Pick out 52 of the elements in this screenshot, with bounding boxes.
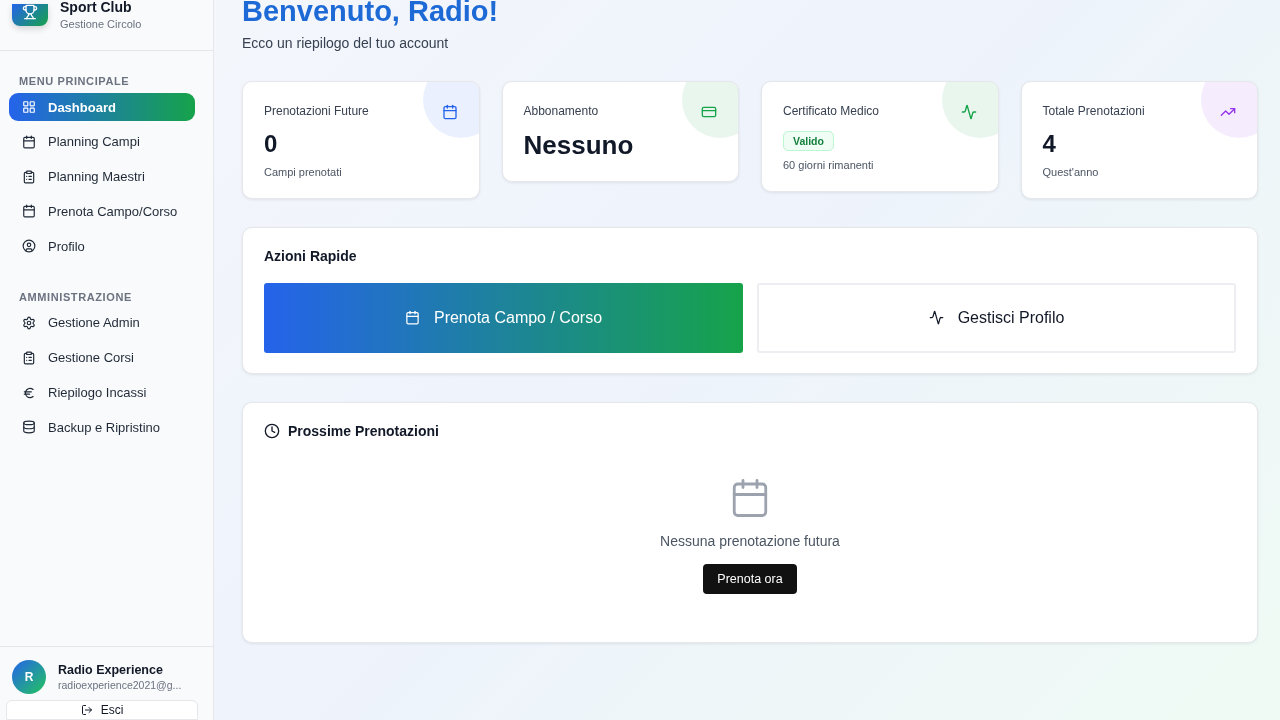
stat-value: 4 bbox=[1042, 129, 1057, 158]
nav-item[interactable]: Backup e Ripristino bbox=[9, 413, 195, 442]
action-button[interactable]: Gestisci Profilo bbox=[757, 282, 1236, 353]
nav-item[interactable]: Dashboard bbox=[9, 93, 195, 121]
stat-label: Certificato Medico bbox=[783, 103, 881, 118]
stat-value: Nessuno bbox=[523, 129, 635, 161]
nav-item[interactable]: Prenota Campo/Corso bbox=[9, 197, 195, 226]
user-name: Radio Experience bbox=[58, 663, 164, 677]
stat-label: Abbonamento bbox=[523, 103, 600, 118]
book-now-button[interactable]: Prenota ora bbox=[703, 563, 797, 594]
pulse-icon bbox=[928, 310, 944, 326]
stat-label: Prenotazioni Future bbox=[264, 103, 370, 118]
calendar-icon bbox=[404, 310, 420, 326]
logout-icon bbox=[80, 704, 93, 716]
user-email: radioexperience2021@g... bbox=[58, 679, 182, 691]
empty-message: Nessuna prenotazione futura bbox=[660, 532, 840, 549]
stat-note: Campi prenotati bbox=[264, 165, 343, 178]
action-button[interactable]: Prenota Campo / Corso bbox=[264, 282, 743, 353]
clipboard-icon bbox=[22, 169, 36, 184]
clipboard-icon bbox=[22, 350, 36, 365]
logout-button[interactable]: Esci bbox=[6, 700, 198, 720]
nav-item[interactable]: Gestione Corsi bbox=[9, 343, 195, 372]
status-badge: Valido bbox=[783, 130, 834, 151]
card-title: Prossime Prenotazioni bbox=[288, 422, 439, 439]
clock-icon bbox=[264, 422, 280, 439]
pulse-icon bbox=[960, 103, 977, 120]
page-title: Benvenuto, Radio! bbox=[242, 0, 500, 29]
calendar-icon bbox=[22, 134, 36, 149]
stat-value: 0 bbox=[264, 129, 279, 158]
grid-icon bbox=[22, 100, 36, 114]
user-avatar: R bbox=[12, 660, 46, 694]
section-heading: AMMINISTRAZIONE bbox=[18, 291, 133, 303]
nav-item[interactable]: Planning Campi bbox=[9, 127, 195, 156]
page-subtitle: Ecco un riepilogo del tuo account bbox=[242, 34, 450, 51]
card-title: Azioni Rapide bbox=[264, 247, 358, 264]
brand-title: Sport Club bbox=[60, 0, 133, 14]
nav-item[interactable]: Gestione Admin bbox=[9, 309, 195, 337]
logo-icon bbox=[12, 4, 48, 26]
stat-note: Quest'anno bbox=[1042, 165, 1100, 178]
section-heading: MENU PRINCIPALE bbox=[18, 75, 131, 87]
euro-icon bbox=[22, 385, 36, 400]
user-icon bbox=[22, 239, 36, 254]
stat-label: Totale Prenotazioni bbox=[1042, 103, 1146, 118]
brand-subtitle: Gestione Circolo bbox=[60, 18, 142, 30]
database-icon bbox=[22, 420, 36, 435]
nav-item[interactable]: Riepilogo Incassi bbox=[9, 378, 195, 407]
calendar-icon bbox=[22, 204, 36, 219]
stat-note: 60 giorni rimanenti bbox=[783, 158, 875, 171]
nav-item[interactable]: Profilo bbox=[9, 232, 195, 261]
settings-icon bbox=[22, 316, 36, 330]
calendar-icon bbox=[441, 103, 458, 120]
nav-item[interactable]: Planning Maestri bbox=[9, 162, 195, 191]
